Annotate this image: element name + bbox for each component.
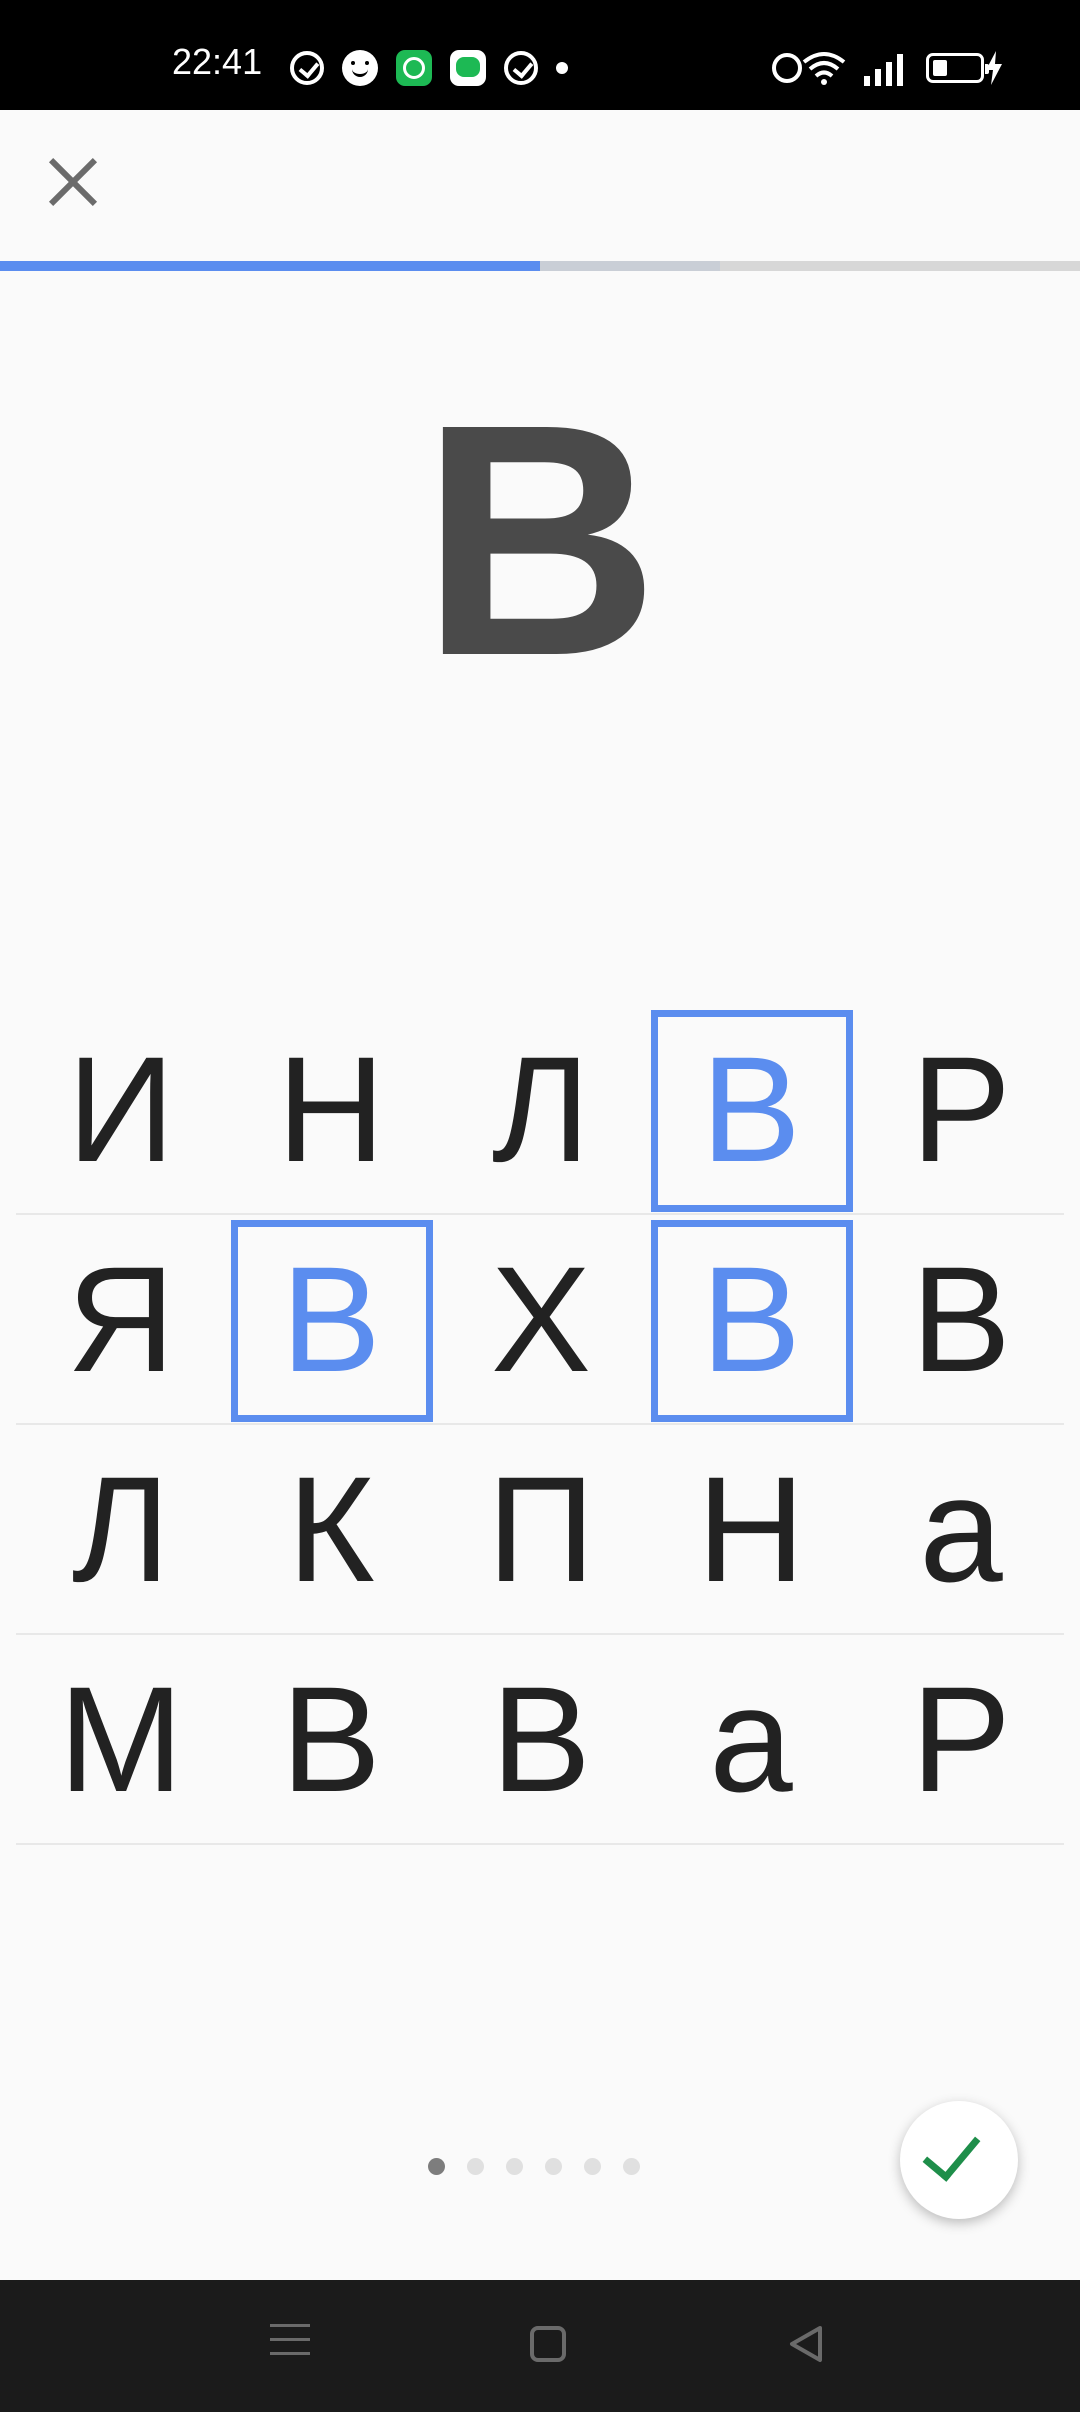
system-icons [754, 48, 1004, 88]
home-icon[interactable] [530, 2326, 566, 2362]
dot-icon [556, 62, 568, 74]
check-circle-icon [504, 51, 538, 85]
signal-icon [864, 50, 908, 86]
letter-cell[interactable]: И [16, 1005, 226, 1213]
letter-cell[interactable]: а [646, 1635, 856, 1843]
letter-cell-selected[interactable]: В [226, 1215, 436, 1423]
page-dot[interactable] [545, 2157, 562, 2175]
grid-row: ИНЛВР [16, 1005, 1064, 1215]
green-upload-icon [396, 50, 432, 86]
page-dot[interactable] [506, 2157, 523, 2175]
letter-grid: ИНЛВРЯВХВВЛКПНаМВВаР [16, 1005, 1064, 1845]
letter-cell-selected[interactable]: В [646, 1215, 856, 1423]
notification-icons [290, 48, 586, 88]
progress-fill [0, 261, 540, 271]
letter-cell[interactable]: В [436, 1635, 646, 1843]
page-dot[interactable] [467, 2157, 484, 2175]
letter-cell[interactable]: В [226, 1635, 436, 1843]
letter-cell[interactable]: П [436, 1425, 646, 1633]
letter-cell[interactable]: Я [16, 1215, 226, 1423]
letter-cell[interactable]: а [856, 1425, 1066, 1633]
letter-cell[interactable]: Н [226, 1005, 436, 1213]
grid-row: МВВаР [16, 1635, 1064, 1845]
letter-cell[interactable]: Л [436, 1005, 646, 1213]
letter-cell[interactable]: Р [856, 1005, 1066, 1213]
status-bar: 22:41 [0, 0, 1080, 110]
alarm-icon [772, 53, 802, 83]
battery-icon [926, 53, 989, 83]
pagination-dots [428, 2156, 662, 2176]
back-icon[interactable] [786, 2324, 826, 2364]
check-circle-icon [290, 51, 324, 85]
letter-cell[interactable]: В [856, 1215, 1066, 1423]
letter-cell[interactable]: К [226, 1425, 436, 1633]
green-message-icon [450, 50, 486, 86]
status-time: 22:41 [172, 41, 263, 82]
grid-row: ЛКПНа [16, 1425, 1064, 1635]
letter-cell[interactable]: М [16, 1635, 226, 1843]
letter-cell[interactable]: Н [646, 1425, 856, 1633]
target-letter: В [420, 355, 660, 724]
submit-button[interactable] [900, 2101, 1018, 2219]
letter-cell-selected[interactable]: В [646, 1005, 856, 1213]
menu-icon[interactable] [270, 2324, 310, 2364]
navigation-bar [0, 2280, 1080, 2412]
grid-row: ЯВХВВ [16, 1215, 1064, 1425]
progress-bar [0, 261, 1080, 271]
page-dot[interactable] [584, 2157, 601, 2175]
letter-cell[interactable]: Л [16, 1425, 226, 1633]
page-dot-active[interactable] [428, 2157, 445, 2175]
close-icon[interactable] [36, 146, 108, 218]
letter-cell[interactable]: Х [436, 1215, 646, 1423]
wifi-icon [802, 52, 846, 85]
page-dot[interactable] [623, 2157, 640, 2175]
smiley-face-icon [342, 50, 378, 86]
letter-cell[interactable]: Р [856, 1635, 1066, 1843]
checkmark-icon [922, 2121, 981, 2182]
